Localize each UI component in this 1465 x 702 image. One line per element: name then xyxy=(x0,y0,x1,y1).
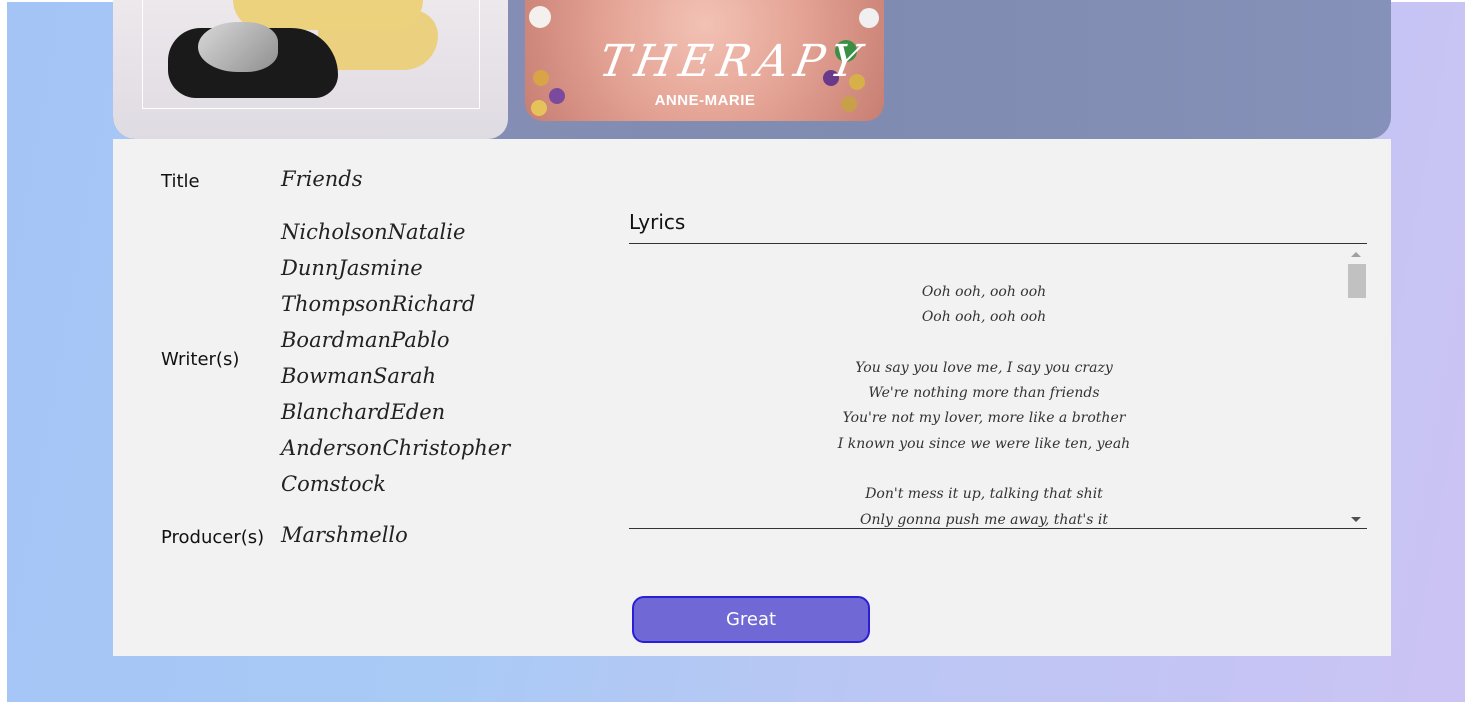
writer-item: Comstock xyxy=(281,472,386,496)
gem-decoration xyxy=(533,70,549,86)
scroll-thumb[interactable] xyxy=(1348,264,1366,298)
song-details-card: Title Friends Writer(s) NicholsonNatalie… xyxy=(113,139,1391,656)
writer-item: BlanchardEden xyxy=(281,400,446,424)
lyrics-line: Don't mess it up, talking that shit xyxy=(865,486,1103,503)
title-value: Friends xyxy=(281,167,363,191)
writer-item: NicholsonNatalie xyxy=(281,220,466,244)
artist-photo xyxy=(113,0,508,139)
lyrics-heading: Lyrics xyxy=(629,210,686,234)
lyrics-scrollbar[interactable] xyxy=(1347,246,1367,528)
album-art-band: THERAPY ANNE-MARIE xyxy=(113,0,1391,139)
album-cover: THERAPY ANNE-MARIE xyxy=(525,0,884,121)
scroll-down-arrow-icon[interactable] xyxy=(1351,517,1361,522)
lyrics-line: We're nothing more than friends xyxy=(868,385,1100,402)
writers-list: NicholsonNatalie DunnJasmine ThompsonRic… xyxy=(281,217,510,505)
lyrics-line: You say you love me, I say you crazy xyxy=(855,359,1113,376)
lyrics-textarea[interactable]: Ooh ooh, ooh ooh Ooh ooh, ooh ooh You sa… xyxy=(629,246,1367,529)
lyrics-text: Ooh ooh, ooh ooh Ooh ooh, ooh ooh You sa… xyxy=(629,280,1339,528)
gem-decoration xyxy=(841,96,857,112)
lyrics-line: Ooh ooh, ooh ooh xyxy=(921,284,1047,300)
scroll-up-arrow-icon[interactable] xyxy=(1351,252,1361,257)
lyrics-line xyxy=(629,331,1339,356)
producers-value: Marshmello xyxy=(281,523,408,547)
lyrics-line: You're not my lover, more like a brother xyxy=(842,410,1126,427)
writer-item: BoardmanPablo xyxy=(281,328,450,352)
left-edge xyxy=(0,0,7,702)
writers-label: Writer(s) xyxy=(161,349,240,370)
photo-frame xyxy=(142,0,480,109)
gem-decoration xyxy=(549,88,565,104)
gem-decoration xyxy=(529,6,551,28)
album-cover-title: THERAPY xyxy=(595,36,870,87)
writer-item: DunnJasmine xyxy=(281,256,423,280)
title-label: Title xyxy=(161,171,200,192)
gem-decoration xyxy=(859,8,879,28)
lyrics-line: Ooh ooh, ooh ooh xyxy=(921,309,1047,326)
great-button[interactable]: Great xyxy=(632,596,870,643)
lyrics-line xyxy=(629,457,1339,482)
producers-label: Producer(s) xyxy=(161,527,265,548)
lyrics-divider xyxy=(629,243,1367,244)
lyrics-line: I known you since we were like ten, yeah xyxy=(837,435,1131,452)
writer-item: BowmanSarah xyxy=(281,364,436,388)
album-cover-artist: ANNE-MARIE xyxy=(654,92,756,109)
lyrics-line: Only gonna push me away, that's it xyxy=(859,511,1109,528)
writer-item: AndersonChristopher xyxy=(281,436,511,460)
gem-decoration xyxy=(531,100,547,116)
writer-item: ThompsonRichard xyxy=(281,292,476,316)
